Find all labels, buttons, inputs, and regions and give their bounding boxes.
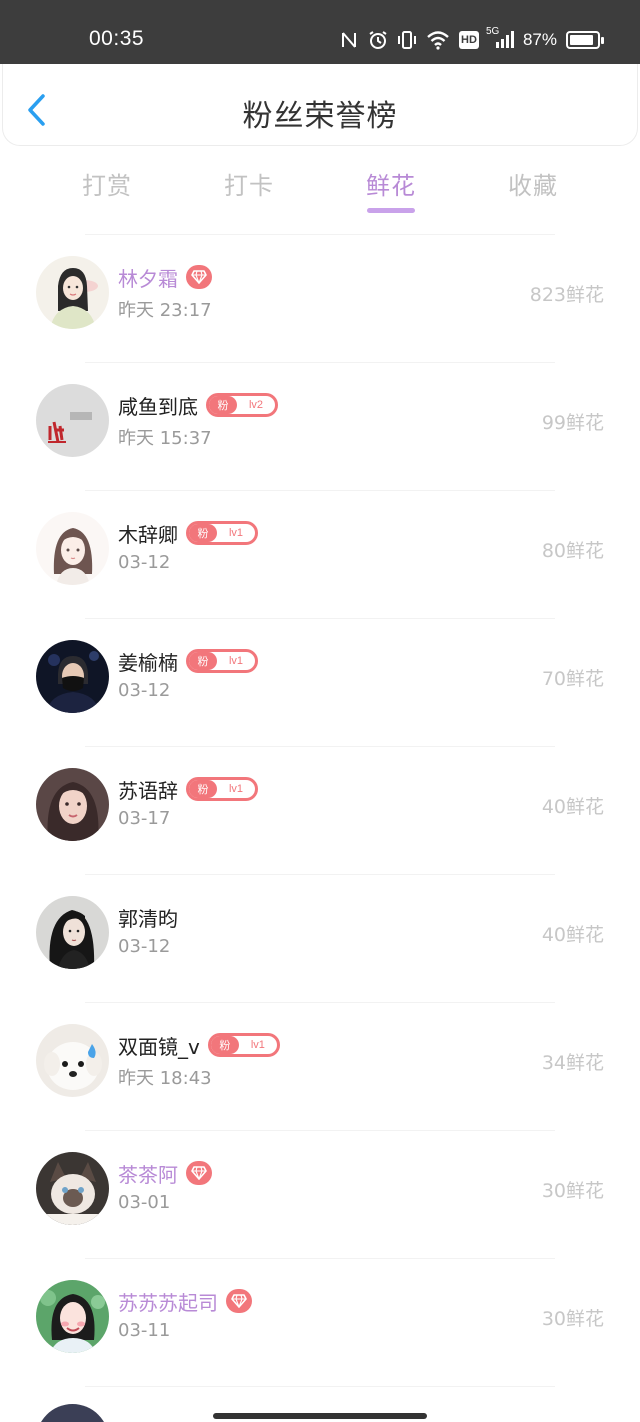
- nfc-icon: [339, 30, 359, 50]
- cellular-signal-icon: 5G: [486, 26, 514, 50]
- home-indicator[interactable]: [213, 1413, 427, 1419]
- flower-amount: 40鲜花: [541, 796, 604, 818]
- network-type: 5G: [485, 26, 500, 37]
- flower-amount: 99鲜花: [541, 412, 604, 434]
- fan-name: 苏语辞: [118, 778, 178, 803]
- diamond-vip-icon: [186, 1161, 212, 1185]
- flower-amount: 34鲜花: [541, 1052, 604, 1074]
- fan-badge-level: lv1: [228, 783, 244, 795]
- fan-level-badge: 粉 lv1: [186, 777, 258, 801]
- status-time: 00:35: [89, 27, 145, 50]
- fan-date: 03-01: [118, 1192, 171, 1213]
- fan-name: 郭清昀: [118, 906, 178, 931]
- avatar-dark-hair-girl[interactable]: [36, 896, 109, 969]
- avatar-wall-sketch[interactable]: [36, 384, 109, 457]
- fan-name: 苏苏苏起司: [118, 1290, 218, 1315]
- fan-name: 姜榆楠: [118, 650, 178, 675]
- list-item[interactable]: 木辞卿 粉 lv1 03-12 80鲜花: [0, 490, 640, 618]
- flower-amount: 40鲜花: [541, 924, 604, 946]
- tab-checkin[interactable]: 打卡: [189, 166, 309, 201]
- flower-amount: 30鲜花: [541, 1308, 604, 1330]
- fan-badge-prefix: 粉: [210, 1036, 239, 1054]
- fan-name: 咸鱼到底: [118, 394, 198, 419]
- battery-percent: 87%: [522, 30, 557, 49]
- fan-level-badge: 粉 lv1: [207, 1033, 280, 1057]
- name-line: 咸鱼到底 粉 lv2: [118, 391, 278, 419]
- app-header: 粉丝荣誉榜: [2, 64, 638, 146]
- diamond-vip-icon: [226, 1289, 252, 1313]
- tab-flowers[interactable]: 鲜花: [331, 166, 451, 201]
- diamond-vip-icon: [186, 265, 212, 289]
- list-item[interactable]: 茶茶阿 03-01 30鲜花: [0, 1130, 640, 1258]
- tab-favorites[interactable]: 收藏: [473, 166, 593, 201]
- fan-name: 林夕霜: [118, 266, 178, 291]
- fan-badge-level: lv1: [228, 655, 244, 667]
- battery-fill: [570, 35, 593, 45]
- flower-amount: 823鲜花: [529, 284, 604, 306]
- flower-amount: 70鲜花: [541, 668, 604, 690]
- name-line: 木辞卿 粉 lv1: [118, 519, 258, 547]
- fan-badge-prefix: 粉: [189, 524, 217, 542]
- fan-name: 双面镜_v: [118, 1034, 200, 1059]
- list-item[interactable]: 苏语辞 粉 lv1 03-17 40鲜花: [0, 746, 640, 874]
- avatar-white-puppy[interactable]: [36, 1024, 109, 1097]
- name-line: 苏语辞 粉 lv1: [118, 775, 258, 803]
- fan-level-badge: 粉 lv1: [186, 521, 258, 545]
- vibrate-icon: [397, 30, 417, 50]
- list-item[interactable]: 苏苏苏起司 03-11 30鲜花: [0, 1258, 640, 1386]
- fan-badge-prefix: 粉: [189, 652, 217, 670]
- alarm-icon: [368, 30, 388, 50]
- name-line: 姜榆楠 粉 lv1: [118, 647, 258, 675]
- fan-date: 03-11: [118, 1320, 171, 1341]
- fan-name: 茶茶阿: [118, 1162, 178, 1187]
- battery-icon: [566, 31, 604, 49]
- active-tab-indicator: [367, 208, 415, 213]
- status-icons: HD 5G 87%: [339, 26, 604, 54]
- hd-icon: HD: [458, 31, 479, 49]
- tab-bar: 打赏 打卡 鲜花 收藏: [0, 150, 640, 220]
- fan-ranking-list: 林夕霜 昨天 23:17 823鲜花 咸鱼到底 粉 lv2 昨天 15:37 99…: [0, 234, 640, 1386]
- list-item[interactable]: 咸鱼到底 粉 lv2 昨天 15:37 99鲜花: [0, 362, 640, 490]
- name-line: 双面镜_v 粉 lv1: [118, 1031, 280, 1059]
- fan-date: 03-12: [118, 680, 171, 701]
- fan-date: 03-17: [118, 808, 171, 829]
- avatar-siamese-cat[interactable]: [36, 1152, 109, 1225]
- fan-level-badge: 粉 lv1: [186, 649, 258, 673]
- list-item[interactable]: 姜榆楠 粉 lv1 03-12 70鲜花: [0, 618, 640, 746]
- fan-badge-prefix: 粉: [209, 396, 237, 414]
- avatar-smiling-girl[interactable]: [36, 1280, 109, 1353]
- avatar-masked-person[interactable]: [36, 640, 109, 713]
- wifi-icon: [426, 30, 450, 50]
- list-item[interactable]: 双面镜_v 粉 lv1 昨天 18:43 34鲜花: [0, 1002, 640, 1130]
- avatar-girl-sketch[interactable]: [36, 512, 109, 585]
- fan-date: 昨天 18:43: [118, 1068, 212, 1089]
- fan-badge-level: lv1: [228, 527, 244, 539]
- avatar: [36, 1404, 109, 1422]
- name-line: 林夕霜: [118, 263, 212, 291]
- tab-reward[interactable]: 打赏: [47, 166, 167, 201]
- flower-amount: 80鲜花: [541, 540, 604, 562]
- avatar-girl-illustration[interactable]: [36, 256, 109, 329]
- list-item[interactable]: 林夕霜 昨天 23:17 823鲜花: [0, 234, 640, 362]
- fan-date: 03-12: [118, 552, 171, 573]
- name-line: 苏苏苏起司: [118, 1287, 252, 1315]
- name-line: 郭清昀: [118, 903, 178, 931]
- fan-date: 03-12: [118, 936, 171, 957]
- fan-badge-prefix: 粉: [189, 780, 217, 798]
- fan-badge-level: lv2: [248, 399, 264, 411]
- avatar-girl-portrait[interactable]: [36, 768, 109, 841]
- page-title: 粉丝荣誉榜: [242, 99, 398, 134]
- name-line: 茶茶阿: [118, 1159, 212, 1187]
- fan-date: 昨天 23:17: [118, 300, 212, 321]
- fan-badge-level: lv1: [250, 1039, 265, 1051]
- fan-level-badge: 粉 lv2: [206, 393, 278, 417]
- status-bar: 00:35 HD 5G 87%: [0, 0, 640, 64]
- fan-name: 木辞卿: [118, 522, 178, 547]
- fan-date: 昨天 15:37: [118, 428, 212, 449]
- flower-amount: 30鲜花: [541, 1180, 604, 1202]
- list-item[interactable]: 郭清昀 03-12 40鲜花: [0, 874, 640, 1002]
